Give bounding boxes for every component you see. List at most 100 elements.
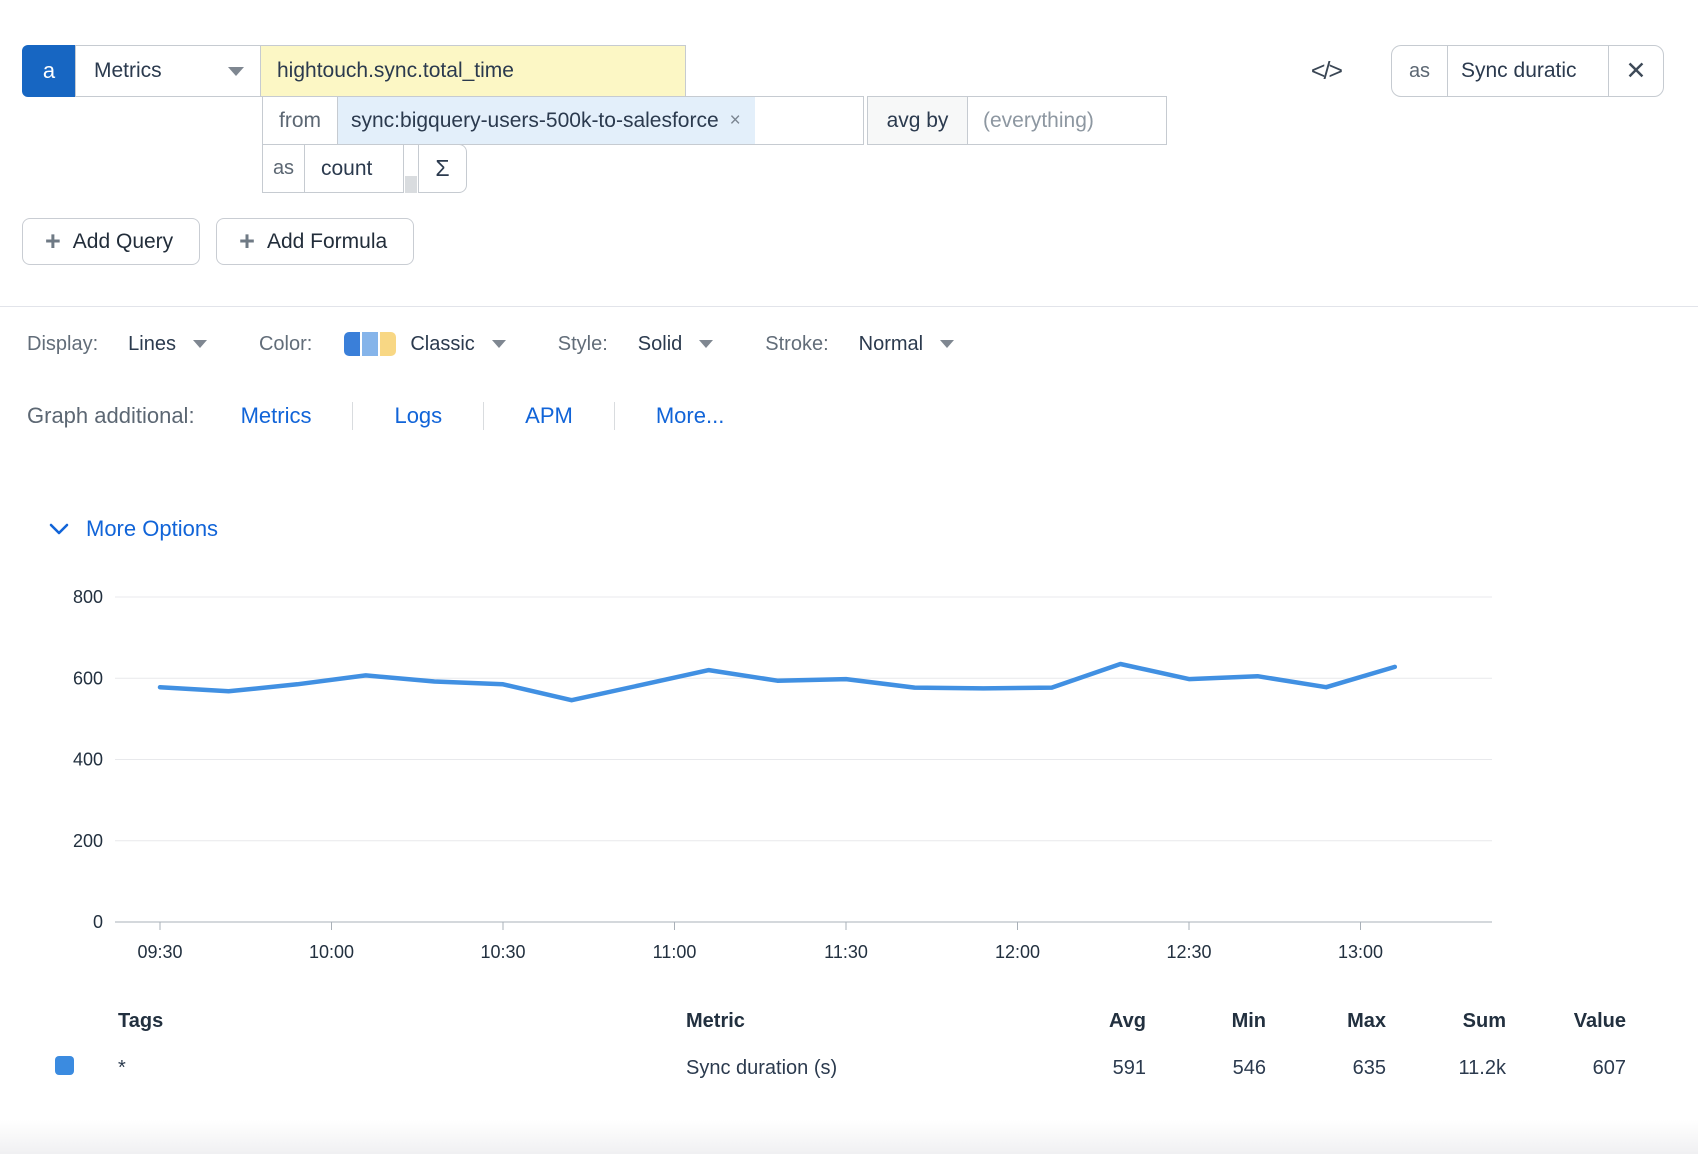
graph-additional-more-link[interactable]: More... [656, 403, 724, 429]
more-options-label: More Options [86, 516, 218, 542]
summary-table-header: Tags Metric Avg Min Max Sum Value [55, 1000, 1626, 1042]
series-color-swatch [55, 1056, 74, 1075]
graph-additional-bar: Graph additional: Metrics Logs APM More.… [27, 402, 1698, 430]
alias-group: as Sync duratic ✕ [1391, 45, 1664, 97]
metric-name-input[interactable]: hightouch.sync.total_time [260, 45, 686, 97]
group-by-input[interactable]: (everything) [967, 96, 1167, 145]
svg-text:10:30: 10:30 [480, 942, 525, 962]
add-query-button[interactable]: + Add Query [22, 218, 200, 265]
add-formula-button[interactable]: + Add Formula [216, 218, 414, 265]
source-select-label: Metrics [94, 59, 162, 83]
metric-query-editor: a Metrics hightouch.sync.total_time </> … [0, 0, 1698, 1154]
as-label: as [262, 144, 305, 193]
link-separator [614, 402, 615, 430]
query-row-scope: from sync:bigquery-users-500k-to-salesfo… [262, 97, 1664, 145]
alias-input[interactable]: Sync duratic [1448, 46, 1608, 96]
function-connector [405, 176, 417, 193]
from-label: from [262, 96, 338, 145]
display-value-dropdown[interactable]: Lines [128, 333, 176, 356]
chevron-down-icon [228, 67, 244, 76]
alias-as-label: as [1392, 46, 1448, 96]
palette-segment [344, 332, 360, 356]
sum-column-header: Sum [1386, 1010, 1506, 1033]
color-palette-swatch[interactable] [344, 332, 396, 356]
palette-segment [362, 332, 378, 356]
value-column-header: Value [1506, 1010, 1626, 1033]
scope-tag: sync:bigquery-users-500k-to-salesforce × [338, 97, 755, 144]
link-separator [352, 402, 353, 430]
remove-tag-icon[interactable]: × [730, 110, 741, 132]
tags-column-header: Tags [118, 1010, 686, 1033]
graph-additional-logs-link[interactable]: Logs [394, 403, 442, 429]
add-formula-label: Add Formula [267, 230, 387, 254]
svg-text:09:30: 09:30 [137, 942, 182, 962]
more-options-toggle[interactable]: More Options [48, 516, 1698, 542]
timeseries-chart[interactable]: 0 200 400 600 800 09:30 10:00 10:30 11:00 11:30 12… [0, 550, 1698, 990]
color-label: Color: [259, 333, 312, 356]
svg-text:10:00: 10:00 [309, 942, 354, 962]
line-chart-svg: 0 200 400 600 800 09:30 10:00 10:30 11:00 11:30 12… [0, 550, 1698, 990]
scope-input[interactable]: sync:bigquery-users-500k-to-salesforce × [337, 96, 864, 145]
series-swatch-cell [55, 1056, 118, 1081]
chevron-down-icon[interactable] [699, 340, 713, 348]
table-row[interactable]: * Sync duration (s) 591 546 635 11.2k 60… [55, 1042, 1626, 1094]
svg-text:800: 800 [73, 587, 103, 607]
color-value-dropdown[interactable]: Classic [410, 333, 474, 356]
palette-segment [380, 332, 396, 356]
metric-cell: Sync duration (s) [686, 1057, 1026, 1080]
max-cell: 635 [1266, 1057, 1386, 1080]
query-row-as: as count Σ [262, 145, 1664, 193]
svg-text:11:30: 11:30 [824, 942, 868, 962]
group-by-placeholder: (everything) [983, 109, 1094, 133]
bottom-fade [0, 1120, 1698, 1154]
close-icon[interactable]: ✕ [1608, 46, 1663, 96]
add-query-label: Add Query [73, 230, 173, 254]
section-divider [0, 306, 1698, 307]
style-label: Style: [558, 333, 608, 356]
link-separator [483, 402, 484, 430]
summary-table: Tags Metric Avg Min Max Sum Value * Sync… [0, 1000, 1698, 1094]
scope-tag-label: sync:bigquery-users-500k-to-salesforce [351, 109, 719, 133]
style-value-dropdown[interactable]: Solid [638, 333, 682, 356]
sum-cell: 11.2k [1386, 1057, 1506, 1080]
stroke-value-dropdown[interactable]: Normal [859, 333, 923, 356]
svg-text:0: 0 [93, 912, 103, 932]
min-cell: 546 [1146, 1057, 1266, 1080]
graph-additional-metrics-link[interactable]: Metrics [241, 403, 312, 429]
plus-icon: + [239, 228, 255, 255]
display-label: Display: [27, 333, 98, 356]
svg-text:200: 200 [73, 831, 103, 851]
chevron-down-icon [48, 519, 70, 539]
actions-row: + Add Query + Add Formula [22, 218, 1698, 265]
metric-name-value: hightouch.sync.total_time [277, 59, 514, 83]
graph-additional-label: Graph additional: [27, 403, 195, 429]
svg-text:12:30: 12:30 [1166, 942, 1211, 962]
chevron-down-icon[interactable] [492, 340, 506, 348]
plus-icon: + [45, 228, 61, 255]
display-options-bar: Display: Lines Color: Classic Style: Sol… [27, 332, 1698, 356]
svg-text:400: 400 [73, 750, 103, 770]
query-letter-badge: a [22, 45, 76, 97]
metric-column-header: Metric [686, 1010, 1026, 1033]
code-editor-icon[interactable]: </> [1311, 57, 1341, 86]
sigma-function-button[interactable]: Σ [418, 144, 467, 193]
chevron-down-icon[interactable] [940, 340, 954, 348]
avg-cell: 591 [1026, 1057, 1146, 1080]
svg-text:600: 600 [73, 668, 103, 688]
max-column-header: Max [1266, 1010, 1386, 1033]
count-dropdown[interactable]: count [304, 144, 404, 193]
query-row-right: </> as Sync duratic ✕ [1311, 45, 1664, 97]
source-select[interactable]: Metrics [75, 45, 261, 97]
graph-additional-apm-link[interactable]: APM [525, 403, 573, 429]
chevron-down-icon[interactable] [193, 340, 207, 348]
stroke-label: Stroke: [765, 333, 828, 356]
value-cell: 607 [1506, 1057, 1626, 1080]
avg-column-header: Avg [1026, 1010, 1146, 1033]
aggregation-button[interactable]: avg by [867, 96, 968, 145]
query-row-main: a Metrics hightouch.sync.total_time </> … [22, 45, 1664, 97]
min-column-header: Min [1146, 1010, 1266, 1033]
query-section: a Metrics hightouch.sync.total_time </> … [0, 0, 1698, 193]
tags-cell: * [118, 1057, 686, 1080]
svg-text:11:00: 11:00 [653, 942, 697, 962]
svg-text:12:00: 12:00 [995, 942, 1040, 962]
